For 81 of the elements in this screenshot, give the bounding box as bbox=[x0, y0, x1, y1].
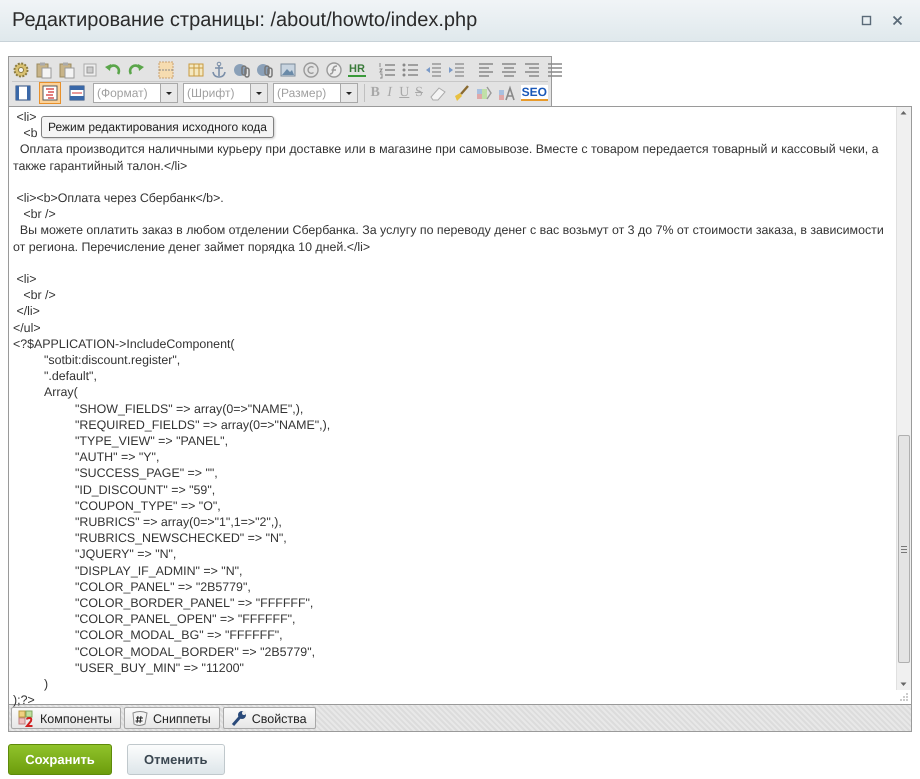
anchor-icon[interactable] bbox=[210, 61, 228, 79]
resize-grip-icon[interactable] bbox=[899, 692, 909, 702]
code-line: <br /> bbox=[22, 287, 56, 304]
dashed-frame-icon[interactable] bbox=[157, 61, 175, 79]
caret-icon bbox=[160, 84, 177, 102]
code-line: Array( bbox=[43, 384, 78, 401]
code-line: "DISPLAY_IF_ADMIN" => "N", bbox=[74, 562, 242, 579]
code-line: "AUTH" => "Y", bbox=[74, 449, 160, 466]
dropdown[interactable]: (Формат) bbox=[93, 83, 178, 103]
document-icon[interactable] bbox=[81, 61, 99, 79]
code-line: <li> bbox=[15, 271, 36, 288]
scrollbar[interactable] bbox=[896, 107, 911, 690]
numbered-list-icon[interactable] bbox=[378, 61, 396, 79]
palette-icon[interactable] bbox=[498, 84, 516, 102]
code-line: "COLOR_MODAL_BG" => "FFFFFF", bbox=[74, 627, 283, 644]
code-line: <li> bbox=[15, 109, 36, 126]
code-line: "SHOW_FIELDS" => array(0=>"NAME",), bbox=[74, 400, 304, 417]
snippet-icon bbox=[131, 710, 150, 727]
seo-button[interactable]: SEO bbox=[520, 85, 548, 101]
dropdown[interactable]: (Размер) bbox=[273, 83, 358, 103]
code-line: <br /> bbox=[22, 206, 56, 222]
code-line: </ul> bbox=[13, 320, 41, 336]
link-icon[interactable] bbox=[233, 61, 251, 79]
window-title: Редактирование страницы: /about/howto/index.php bbox=[12, 9, 478, 32]
align-left-icon[interactable] bbox=[476, 61, 495, 79]
clipboard-icon[interactable] bbox=[35, 61, 53, 79]
code-line: "USER_BUY_MIN" => "11200" bbox=[74, 660, 244, 676]
caret-icon bbox=[340, 84, 357, 102]
clipboard-icon[interactable] bbox=[58, 61, 76, 79]
link-icon[interactable] bbox=[256, 61, 274, 79]
close-icon[interactable] bbox=[892, 15, 903, 26]
code-line: <?$APPLICATION->IncludeComponent( bbox=[13, 336, 235, 352]
code-line: "RUBRICS_NEWSCHECKED" => "N", bbox=[74, 530, 287, 546]
wrench-icon bbox=[230, 710, 248, 727]
code-line: "TYPE_VIEW" => "PANEL", bbox=[74, 433, 228, 450]
code-line: ) bbox=[43, 676, 48, 692]
dropdown[interactable]: (Шрифт) bbox=[183, 83, 268, 103]
flash-icon[interactable] bbox=[325, 61, 343, 79]
code-line: "JQUERY" => "N", bbox=[74, 546, 176, 563]
code-line: "COUPON_TYPE" => "O", bbox=[74, 498, 221, 514]
cancel-button[interactable]: Отменить bbox=[127, 744, 225, 775]
panel-tab[interactable]: Сниппеты bbox=[124, 707, 220, 729]
bullet-list-icon[interactable] bbox=[400, 61, 419, 79]
format-button[interactable]: I bbox=[384, 85, 394, 101]
panel-tab[interactable]: Компоненты bbox=[11, 707, 122, 729]
palette-icon[interactable] bbox=[474, 84, 493, 102]
settings-icon[interactable] bbox=[12, 61, 30, 79]
maximize-icon[interactable] bbox=[861, 15, 872, 26]
code-line: Вы можете оплатить заказ в любом отделении Сбербанка. За услугу по переводу денег с вас возьмут от 3 до 7% от стоимости заказа, в зависимости от региона. Перечисление денег займет порядка 10 дней.</li> bbox=[13, 222, 885, 255]
code-line: "ID_DISCOUNT" => "59", bbox=[74, 482, 216, 498]
format-button[interactable]: B bbox=[370, 85, 380, 101]
copyright-icon[interactable] bbox=[302, 61, 320, 79]
image-icon[interactable] bbox=[279, 61, 297, 79]
code-line: "COLOR_MODAL_BORDER" => "2B5779", bbox=[74, 644, 316, 660]
format-button[interactable]: S bbox=[414, 85, 424, 101]
code-line: "REQUIRED_FIELDS" => array(0=>"NAME",), bbox=[74, 416, 330, 434]
indent-icon[interactable] bbox=[446, 61, 465, 79]
code-line: "COLOR_PANEL_OPEN" => "FFFFFF", bbox=[74, 611, 296, 628]
panel-tab[interactable]: Свойства bbox=[222, 707, 316, 729]
horizontal-rule-button[interactable]: HR bbox=[348, 63, 366, 77]
code-line: "COLOR_PANEL" => "2B5779", bbox=[74, 578, 251, 596]
align-right-icon[interactable] bbox=[522, 61, 541, 79]
code-line: "SUCCESS_PAGE" => "", bbox=[74, 465, 218, 482]
caret-icon bbox=[250, 84, 267, 102]
code-line: Оплата производится наличными курьеру при доставке или в магазине при самовывозе. Вместе с товаром передается товарный и кассовый чеки, а также гарантийный талон.</li> bbox=[13, 141, 880, 174]
code-line: </li> bbox=[15, 303, 40, 320]
align-justify-icon[interactable] bbox=[546, 61, 564, 79]
code-line: <b bbox=[22, 125, 38, 142]
source-mode-icon[interactable] bbox=[39, 82, 61, 104]
format-button[interactable]: U bbox=[399, 85, 410, 101]
code-line: ".default", bbox=[43, 368, 97, 384]
code-line: "COLOR_BORDER_PANEL" => "FFFFFF", bbox=[74, 595, 314, 612]
save-button[interactable]: Сохранить bbox=[8, 744, 112, 775]
code-line: "sotbit:discount.register", bbox=[43, 352, 180, 368]
code-line: <li><b>Оплата через Сбербанк</b>. bbox=[15, 190, 224, 206]
code-line: "RUBRICS" => array(0=>"1",1=>"2",), bbox=[74, 514, 282, 530]
outdent-icon[interactable] bbox=[424, 61, 442, 79]
align-center-icon[interactable] bbox=[500, 61, 518, 79]
table-icon[interactable] bbox=[187, 61, 205, 79]
tooltip: Режим редактирования исходного кода bbox=[41, 116, 274, 138]
code-line: );?> bbox=[13, 692, 35, 708]
